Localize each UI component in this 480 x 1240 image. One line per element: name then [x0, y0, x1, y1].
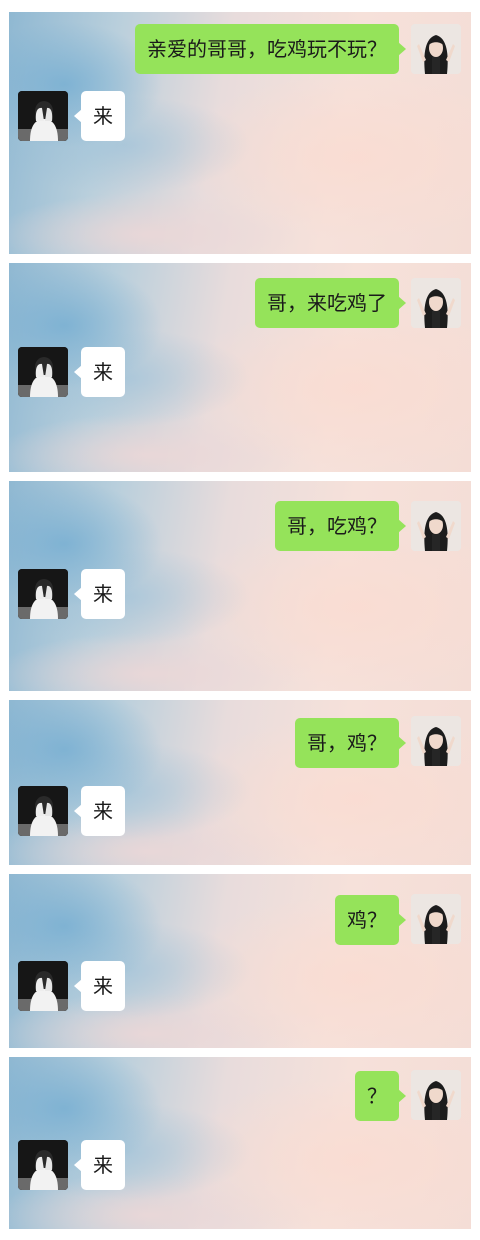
boy-avatar-icon[interactable]	[18, 91, 68, 141]
boy-avatar-icon[interactable]	[18, 961, 68, 1011]
sent-message[interactable]: 哥，吃鸡？	[275, 501, 406, 551]
chat-panel: 亲爱的哥哥，吃鸡玩不玩？ 来	[9, 12, 471, 254]
boy-avatar-icon[interactable]	[18, 569, 68, 619]
received-message[interactable]: 来	[74, 786, 125, 836]
received-message[interactable]: 来	[74, 961, 125, 1011]
sent-message[interactable]: 鸡？	[335, 895, 406, 945]
girl-avatar-icon[interactable]	[411, 24, 461, 74]
sent-message[interactable]: 哥，鸡？	[295, 718, 406, 768]
girl-avatar-icon[interactable]	[411, 716, 461, 766]
girl-avatar-icon[interactable]	[411, 894, 461, 944]
sent-message[interactable]: 亲爱的哥哥，吃鸡玩不玩？	[135, 24, 406, 74]
sent-message[interactable]: ？	[355, 1071, 406, 1121]
received-message[interactable]: 来	[74, 347, 125, 397]
sent-message[interactable]: 哥，来吃鸡了	[255, 278, 406, 328]
boy-avatar-icon[interactable]	[18, 347, 68, 397]
received-message[interactable]: 来	[74, 569, 125, 619]
chat-panel: 哥，来吃鸡了 来	[9, 263, 471, 472]
chat-panel: 鸡？ 来	[9, 874, 471, 1048]
boy-avatar-icon[interactable]	[18, 786, 68, 836]
received-message[interactable]: 来	[74, 91, 125, 141]
girl-avatar-icon[interactable]	[411, 278, 461, 328]
boy-avatar-icon[interactable]	[18, 1140, 68, 1190]
girl-avatar-icon[interactable]	[411, 501, 461, 551]
received-message[interactable]: 来	[74, 1140, 125, 1190]
girl-avatar-icon[interactable]	[411, 1070, 461, 1120]
chat-panel: 哥，鸡？ 来	[9, 700, 471, 865]
chat-panel: 哥，吃鸡？ 来	[9, 481, 471, 691]
chat-panel: ？ 来	[9, 1057, 471, 1229]
